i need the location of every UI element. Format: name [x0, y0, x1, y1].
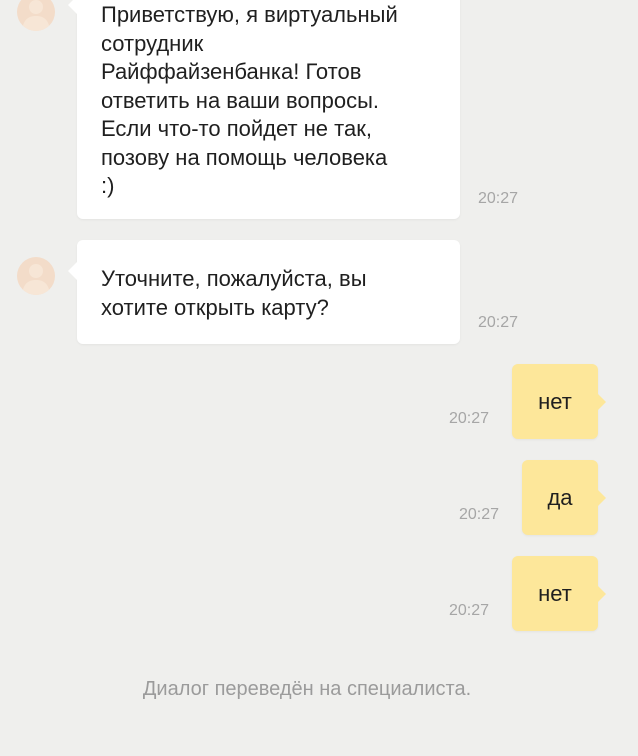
chat-window: Приветствую, я виртуальный сотрудник Рай…	[0, 0, 638, 756]
user-message-bubble: да	[522, 460, 606, 535]
message-line: Если что-то пойдет не так,	[101, 116, 372, 141]
message-text: нет	[538, 581, 572, 606]
message-line: позову на помощь человека	[101, 144, 388, 170]
message-timestamp: 20:27	[449, 602, 490, 619]
system-notice: Диалог переведён на специалиста.	[142, 678, 472, 700]
message-timestamp: 20:27	[449, 410, 490, 427]
bot-avatar-icon	[17, 0, 55, 31]
message-timestamp: 20:27	[459, 506, 500, 523]
message-line: сотрудник	[101, 30, 204, 56]
message-line: Приветствую, я виртуальный	[101, 2, 398, 27]
message-line: Райффайзенбанка! Готов	[101, 59, 362, 84]
message-timestamp: 20:27	[478, 190, 519, 207]
message-line: ответить на ваши вопросы.	[101, 87, 379, 113]
bot-message-bubble: Приветствую, я виртуальный сотрудник Рай…	[68, 0, 460, 219]
message-text: нет	[538, 389, 572, 414]
message-timestamp: 20:27	[478, 314, 519, 331]
message-line: Уточните, пожалуйста, вы	[101, 266, 367, 291]
message-line: :)	[101, 173, 115, 198]
message-line: хотите открыть карту?	[101, 294, 329, 320]
user-message-bubble: нет	[512, 556, 606, 631]
message-text: да	[547, 485, 573, 510]
bot-message-bubble: Уточните, пожалуйста, вы хотите открыть …	[68, 240, 460, 344]
user-message-bubble: нет	[512, 364, 606, 439]
bot-avatar-icon	[17, 257, 55, 295]
